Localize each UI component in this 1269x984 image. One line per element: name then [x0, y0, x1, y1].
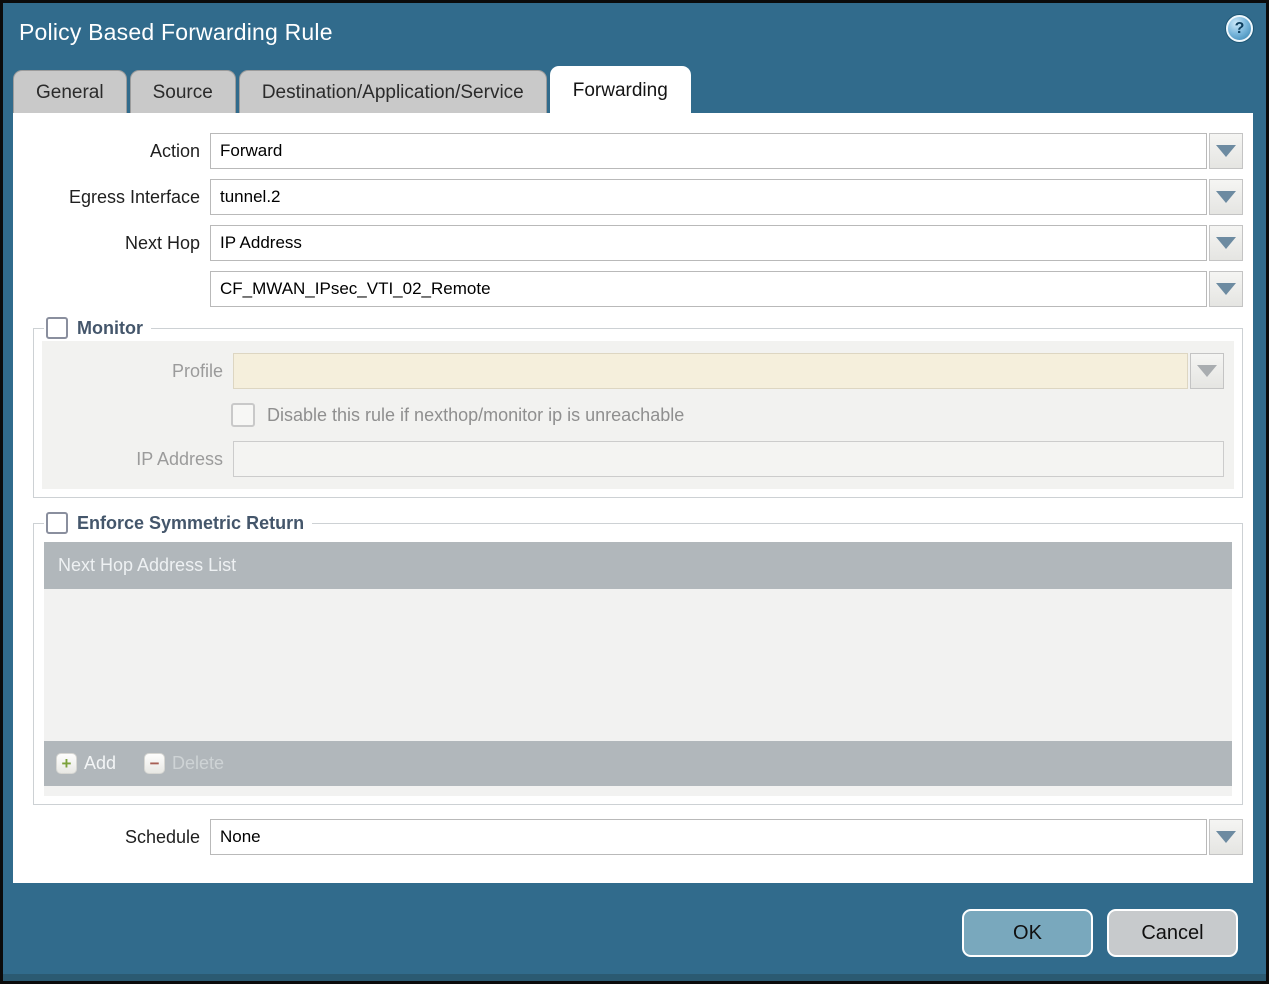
help-glyph: ? [1234, 19, 1245, 37]
help-icon[interactable]: ? [1226, 15, 1253, 42]
action-select[interactable]: Forward [210, 133, 1207, 169]
add-button[interactable]: + Add [56, 753, 116, 774]
next-hop-address-list-toolbar: + Add − Delete [44, 741, 1232, 786]
monitor-section: Monitor Profile Disable this rule if nex… [33, 317, 1243, 498]
next-hop-address-row: CF_MWAN_IPsec_VTI_02_Remote [13, 271, 1253, 307]
schedule-row: Schedule None [13, 819, 1253, 855]
chevron-down-icon [1216, 145, 1236, 157]
chevron-down-icon [1216, 191, 1236, 203]
policy-based-forwarding-dialog: Policy Based Forwarding Rule ? General S… [0, 0, 1269, 984]
chevron-down-icon [1197, 365, 1217, 377]
egress-interface-select[interactable]: tunnel.2 [210, 179, 1207, 215]
enforce-symmetric-return-legend: Enforce Symmetric Return [44, 512, 312, 534]
tab-source[interactable]: Source [129, 70, 236, 113]
monitor-panel: Profile Disable this rule if nexthop/mon… [42, 341, 1234, 489]
tab-destination-application-service[interactable]: Destination/Application/Service [238, 70, 547, 113]
tab-forwarding[interactable]: Forwarding [549, 66, 691, 113]
disable-rule-label: Disable this rule if nexthop/monitor ip … [267, 404, 685, 425]
dialog-titlebar: Policy Based Forwarding Rule ? [3, 3, 1266, 65]
enforce-symmetric-return-checkbox[interactable] [46, 512, 68, 534]
dialog-footer: OK Cancel [3, 909, 1238, 957]
next-hop-label: Next Hop [124, 232, 200, 253]
table-bottom-strip [44, 786, 1232, 796]
chevron-down-icon [1216, 237, 1236, 249]
plus-icon: + [56, 753, 77, 774]
next-hop-type-select[interactable]: IP Address [210, 225, 1207, 261]
disable-rule-row: Disable this rule if nexthop/monitor ip … [231, 403, 1224, 427]
egress-interface-row: Egress Interface tunnel.2 [13, 179, 1253, 215]
next-hop-address-list-body[interactable] [44, 589, 1232, 741]
next-hop-address-list-table: Next Hop Address List + Add − Delete [44, 542, 1232, 796]
monitor-ip-address-row: IP Address [52, 441, 1224, 477]
egress-interface-label: Egress Interface [68, 186, 200, 207]
action-row: Action Forward [13, 133, 1253, 169]
monitor-ip-address-input-disabled [233, 441, 1224, 477]
ok-button[interactable]: OK [962, 909, 1093, 957]
action-label: Action [149, 140, 200, 161]
page-title: Policy Based Forwarding Rule [19, 19, 333, 45]
monitor-checkbox[interactable] [46, 317, 68, 339]
profile-label: Profile [171, 360, 223, 381]
next-hop-address-list-header: Next Hop Address List [44, 542, 1232, 589]
schedule-dropdown-button[interactable] [1209, 819, 1243, 855]
egress-interface-dropdown-button[interactable] [1209, 179, 1243, 215]
disable-rule-checkbox-disabled [231, 403, 255, 427]
chevron-down-icon [1216, 283, 1236, 295]
profile-select-disabled [233, 353, 1188, 389]
monitor-ip-address-label: IP Address [136, 448, 223, 469]
tab-bar: General Source Destination/Application/S… [13, 65, 1266, 113]
next-hop-dropdown-button[interactable] [1209, 225, 1243, 261]
next-hop-row: Next Hop IP Address [13, 225, 1253, 261]
action-dropdown-button[interactable] [1209, 133, 1243, 169]
enforce-symmetric-return-legend-label: Enforce Symmetric Return [77, 512, 305, 533]
delete-button-disabled: − Delete [144, 753, 224, 774]
monitor-legend-label: Monitor [77, 317, 143, 338]
tab-general[interactable]: General [13, 70, 127, 113]
cancel-button[interactable]: Cancel [1107, 909, 1238, 957]
minus-icon: − [144, 753, 166, 774]
next-hop-address-input[interactable]: CF_MWAN_IPsec_VTI_02_Remote [210, 271, 1207, 307]
monitor-legend: Monitor [44, 317, 151, 339]
enforce-symmetric-return-section: Enforce Symmetric Return Next Hop Addres… [33, 512, 1243, 805]
chevron-down-icon [1216, 831, 1236, 843]
window-bottom-strip [3, 974, 1266, 981]
schedule-select[interactable]: None [210, 819, 1207, 855]
profile-dropdown-button-disabled [1190, 353, 1224, 389]
next-hop-address-dropdown-button[interactable] [1209, 271, 1243, 307]
forwarding-tab-panel: Action Forward Egress Interface tunnel.2… [13, 113, 1253, 883]
profile-row: Profile [52, 353, 1224, 389]
schedule-label: Schedule [124, 826, 200, 847]
add-button-label: Add [84, 753, 117, 773]
delete-button-label: Delete [172, 753, 225, 773]
